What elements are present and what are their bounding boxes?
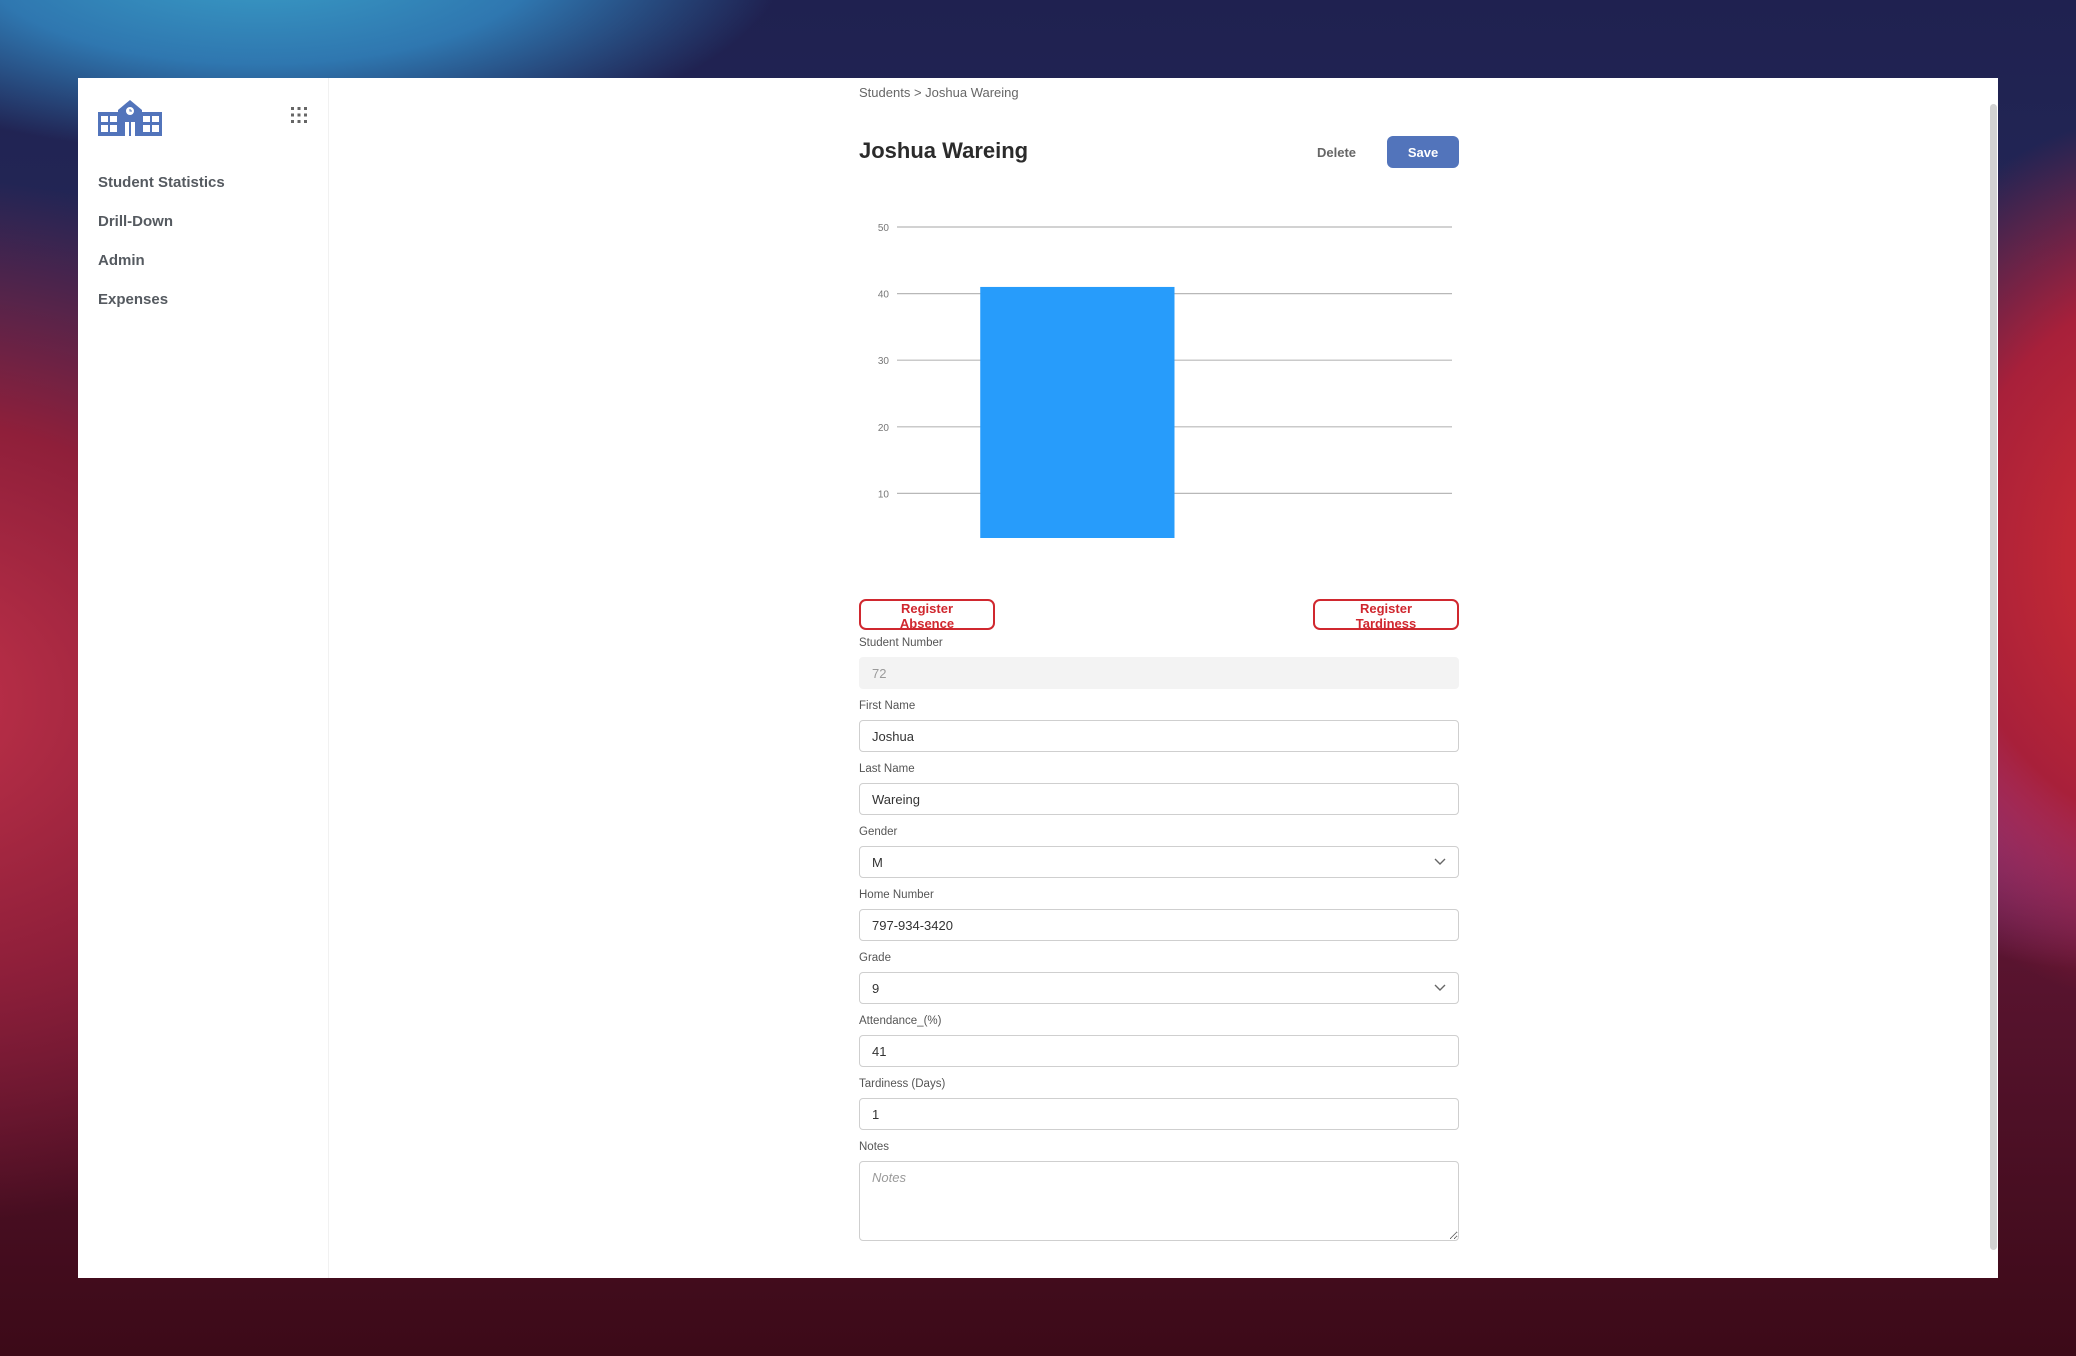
action-buttons: Register Absence Register Tardiness <box>859 599 1459 631</box>
y-tick-label: 20 <box>878 423 890 434</box>
grade-select[interactable]: 9 <box>859 972 1459 1004</box>
field-grade: Grade 9 <box>859 950 1459 1004</box>
field-student-number: Student Number <box>859 635 1459 689</box>
sidebar: Student Statistics Drill-Down Admin Expe… <box>78 78 329 1278</box>
y-tick-label: 50 <box>878 223 890 234</box>
save-button[interactable]: Save <box>1387 136 1459 168</box>
tardiness-input[interactable] <box>859 1098 1459 1130</box>
field-notes: Notes <box>859 1139 1459 1246</box>
sidebar-item-expenses[interactable]: Expenses <box>98 280 225 319</box>
grade-value: 9 <box>872 980 880 996</box>
grid-apps-icon[interactable] <box>290 106 308 124</box>
notes-textarea[interactable] <box>859 1161 1459 1241</box>
scrollbar-thumb[interactable] <box>1990 104 1997 1250</box>
field-last-name: Last Name <box>859 761 1459 815</box>
y-tick-label: 30 <box>878 356 890 367</box>
sidebar-nav: Student Statistics Drill-Down Admin Expe… <box>98 163 225 319</box>
grade-label: Grade <box>859 952 891 964</box>
school-building-icon[interactable] <box>98 98 162 136</box>
attendance-input[interactable] <box>859 1035 1459 1067</box>
first-name-label: First Name <box>859 700 916 712</box>
last-name-input[interactable] <box>859 783 1459 815</box>
field-first-name: First Name <box>859 698 1459 752</box>
attendance-label: Attendance_(%) <box>859 1015 942 1027</box>
breadcrumb-separator: > <box>913 85 922 100</box>
bar-attendance- <box>980 286 1175 538</box>
app-window: Student Statistics Drill-Down Admin Expe… <box>78 78 1998 1278</box>
breadcrumb: Students > Joshua Wareing <box>859 85 1019 100</box>
notes-label: Notes <box>859 1141 890 1153</box>
y-tick-label: 40 <box>878 290 890 301</box>
home-number-label: Home Number <box>859 889 934 901</box>
home-number-input[interactable] <box>859 909 1459 941</box>
sidebar-item-admin[interactable]: Admin <box>98 241 225 280</box>
register-tardiness-button[interactable]: Register Tardiness <box>1313 599 1459 631</box>
attendance-chart: 01020304050Wareing <box>878 223 1452 538</box>
vertical-scrollbar[interactable] <box>1989 78 1998 1278</box>
chevron-down-icon <box>1434 858 1446 865</box>
student-number-label: Student Number <box>859 637 943 649</box>
gender-value: M <box>872 854 883 870</box>
delete-button[interactable]: Delete <box>1305 136 1368 168</box>
field-gender: Gender M <box>859 824 1459 878</box>
page-title: Joshua Wareing <box>859 138 1029 163</box>
gender-select[interactable]: M <box>859 846 1459 878</box>
last-name-label: Last Name <box>859 763 915 775</box>
field-attendance: Attendance_(%) <box>859 1013 1459 1067</box>
breadcrumb-students-link[interactable]: Students <box>859 85 910 100</box>
register-absence-button[interactable]: Register Absence <box>859 599 995 631</box>
gender-label: Gender <box>859 826 898 838</box>
sidebar-item-student-statistics[interactable]: Student Statistics <box>98 163 225 202</box>
field-home-number: Home Number <box>859 887 1459 941</box>
field-tardiness: Tardiness (Days) <box>859 1076 1459 1130</box>
y-tick-label: 10 <box>878 489 890 500</box>
chevron-down-icon <box>1434 984 1446 991</box>
student-form: Student Number First Name Last Name Gend… <box>859 635 1459 1255</box>
first-name-input[interactable] <box>859 720 1459 752</box>
student-number-input <box>859 657 1459 689</box>
tardiness-label: Tardiness (Days) <box>859 1078 946 1090</box>
sidebar-item-drill-down[interactable]: Drill-Down <box>98 202 225 241</box>
breadcrumb-current: Joshua Wareing <box>925 85 1019 100</box>
